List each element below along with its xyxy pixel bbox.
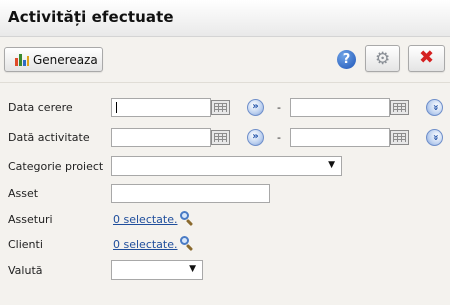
data-cerere-label: Data cerere: [8, 101, 73, 114]
gear-icon: ⚙: [375, 49, 391, 69]
settings-button[interactable]: ⚙: [365, 45, 400, 72]
calendar-icon[interactable]: [211, 100, 230, 115]
bar-chart-icon: [15, 53, 29, 66]
expand-icon[interactable]: »: [426, 129, 443, 146]
title-bar: Activități efectuate: [0, 0, 450, 37]
data-cerere-from-input[interactable]: [111, 98, 211, 117]
dropdown-arrow-icon: ▼: [328, 160, 335, 170]
clienti-label: Clienti: [8, 238, 43, 251]
data-cerere-to-input[interactable]: [290, 98, 390, 117]
copy-date-icon[interactable]: »: [247, 99, 264, 116]
asset-label: Asset: [8, 187, 39, 200]
generate-button-label: Genereaza: [33, 53, 98, 67]
calendar-icon[interactable]: [390, 130, 409, 145]
valuta-label: Valută: [8, 264, 43, 277]
data-activitate-from-input[interactable]: [111, 128, 211, 147]
page-title: Activități efectuate: [8, 8, 174, 26]
data-activitate-label: Dată activitate: [8, 131, 90, 144]
categorie-proiect-label: Categorie proiect: [8, 160, 104, 173]
search-icon[interactable]: [178, 235, 194, 252]
copy-date-icon[interactable]: »: [247, 129, 264, 146]
calendar-icon[interactable]: [390, 100, 409, 115]
expand-icon[interactable]: »: [426, 99, 443, 116]
asset-input[interactable]: [111, 184, 270, 203]
generate-button[interactable]: Genereaza: [4, 47, 103, 72]
range-separator: -: [277, 101, 281, 114]
range-separator: -: [277, 131, 281, 144]
data-activitate-to-input[interactable]: [290, 128, 390, 147]
valuta-select[interactable]: ▼: [111, 260, 203, 280]
calendar-icon[interactable]: [211, 130, 230, 145]
close-icon: ✖: [419, 47, 435, 68]
categorie-proiect-select[interactable]: ▼: [111, 156, 342, 176]
asseturi-selected-link[interactable]: 0 selectate.: [113, 213, 178, 226]
asseturi-label: Asseturi: [8, 213, 53, 226]
text-cursor: [116, 102, 117, 113]
toolbar: Genereaza ? ⚙ ✖: [0, 37, 450, 83]
help-icon[interactable]: ?: [337, 50, 356, 69]
search-icon[interactable]: [178, 210, 194, 227]
dropdown-arrow-icon: ▼: [189, 264, 196, 274]
close-button[interactable]: ✖: [408, 45, 445, 72]
clienti-selected-link[interactable]: 0 selectate.: [113, 238, 178, 251]
